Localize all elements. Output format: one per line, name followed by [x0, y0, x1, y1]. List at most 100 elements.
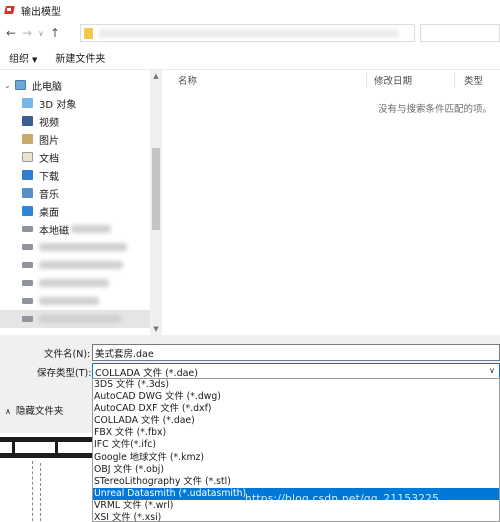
- filetype-option-stl[interactable]: STereoLithography 文件 (*.stl): [93, 476, 499, 488]
- computer-icon: [15, 80, 26, 90]
- chevron-down-icon[interactable]: ⌄: [4, 81, 11, 90]
- nav-item-this-pc[interactable]: ⌄ 此电脑: [0, 76, 150, 94]
- nav-item-label: 桌面: [39, 207, 59, 219]
- pictures-folder-icon: [22, 134, 33, 144]
- column-header-type[interactable]: 类型: [464, 70, 483, 90]
- filetype-label: 保存类型(T):: [37, 368, 92, 379]
- nav-item-drive-blurred-selected[interactable]: [0, 310, 150, 328]
- model-guide-line: [40, 463, 41, 521]
- organize-label: 组织: [9, 54, 29, 65]
- filetype-option-ifc[interactable]: IFC 文件(*.ifc): [93, 439, 499, 451]
- nav-item-3d-objects[interactable]: 3D 对象: [0, 94, 150, 112]
- nav-item-label: 3D 对象: [39, 99, 77, 111]
- empty-results-message: 没有与搜索条件匹配的项。: [377, 104, 492, 115]
- documents-folder-icon: [22, 152, 33, 162]
- nav-item-drive-blurred[interactable]: [0, 238, 150, 256]
- model-guide-line: [32, 461, 33, 521]
- title-bar: 输出模型: [0, 0, 500, 20]
- column-header-name[interactable]: 名称: [178, 70, 197, 90]
- blurred-label: [39, 243, 127, 251]
- nav-item-local-disk[interactable]: 本地磁: [0, 220, 150, 238]
- filetype-option-kmz[interactable]: Google 地球文件 (*.kmz): [93, 452, 499, 464]
- csdn-watermark: https://blog.csdn.net/qq_21153225: [245, 493, 440, 505]
- model-post: [12, 437, 15, 458]
- filetype-option-xsi[interactable]: XSI 文件 (*.xsi): [93, 512, 499, 522]
- navigation-scrollbar[interactable]: ▲ ▼: [150, 70, 162, 335]
- drive-icon: [22, 280, 33, 286]
- 3d-objects-icon: [22, 98, 33, 108]
- chevron-down-icon[interactable]: ∨: [489, 366, 495, 375]
- address-row: ← → ∨ ↑: [0, 20, 500, 46]
- forward-arrow-icon[interactable]: →: [19, 24, 35, 42]
- nav-item-pictures[interactable]: 图片: [0, 130, 150, 148]
- filetype-option-fbx[interactable]: FBX 文件 (*.fbx): [93, 427, 499, 439]
- music-folder-icon: [22, 188, 33, 198]
- column-header-modified[interactable]: 修改日期: [374, 70, 412, 90]
- nav-item-label: 下载: [39, 171, 59, 183]
- command-bar: 组织 ▼ 新建文件夹: [0, 46, 500, 70]
- nav-item-music[interactable]: 音乐: [0, 184, 150, 202]
- column-divider[interactable]: [454, 72, 455, 88]
- caret-down-icon: ▼: [32, 56, 38, 64]
- drive-icon: [22, 262, 33, 268]
- filetype-option-3ds[interactable]: 3DS 文件 (*.3ds): [93, 379, 499, 391]
- nav-item-drive-blurred[interactable]: [0, 292, 150, 310]
- nav-item-downloads[interactable]: 下载: [0, 166, 150, 184]
- nav-item-drive-blurred[interactable]: [0, 256, 150, 274]
- filetype-option-dae[interactable]: COLLADA 文件 (*.dae): [93, 415, 499, 427]
- sketchup-app-icon: [4, 4, 16, 16]
- model-post: [55, 437, 58, 458]
- chevron-up-icon: ∧: [5, 407, 11, 416]
- nav-item-label: 此电脑: [32, 81, 62, 93]
- scrollbar-thumb[interactable]: [152, 148, 160, 230]
- nav-item-drive-blurred[interactable]: [0, 274, 150, 292]
- navigation-pane: ⌄ 此电脑 3D 对象 视频 图片 文档 下载 音乐 桌面 本地磁 ▲ ▼: [0, 70, 162, 335]
- blurred-label: [39, 315, 121, 323]
- back-arrow-icon[interactable]: ←: [3, 24, 19, 42]
- scroll-up-icon[interactable]: ▲: [150, 72, 162, 80]
- blurred-path: [99, 29, 399, 38]
- address-bar[interactable]: [80, 24, 415, 42]
- organize-button[interactable]: 组织 ▼: [0, 50, 46, 65]
- blurred-label: [39, 279, 109, 287]
- filetype-option-dwg[interactable]: AutoCAD DWG 文件 (*.dwg): [93, 391, 499, 403]
- nav-item-desktop[interactable]: 桌面: [0, 202, 150, 220]
- filetype-option-dxf[interactable]: AutoCAD DXF 文件 (*.dxf): [93, 403, 499, 415]
- desktop-folder-icon: [22, 206, 33, 216]
- blurred-label: [71, 225, 111, 233]
- column-divider[interactable]: [366, 72, 367, 88]
- up-arrow-icon[interactable]: ↑: [47, 24, 63, 42]
- blurred-label: [39, 297, 99, 305]
- new-folder-label: 新建文件夹: [55, 54, 106, 65]
- search-box[interactable]: [420, 24, 500, 42]
- blurred-label: [39, 261, 123, 269]
- file-list: 名称 修改日期 类型 没有与搜索条件匹配的项。: [162, 70, 500, 335]
- drive-icon: [22, 298, 33, 304]
- nav-item-label: 图片: [39, 135, 59, 147]
- nav-item-documents[interactable]: 文档: [0, 148, 150, 166]
- downloads-folder-icon: [22, 170, 33, 180]
- filename-field[interactable]: 美式套房.dae: [92, 344, 500, 361]
- navigation-tree: ⌄ 此电脑 3D 对象 视频 图片 文档 下载 音乐 桌面 本地磁: [0, 76, 150, 328]
- nav-item-label: 音乐: [39, 189, 59, 201]
- nav-item-label: 文档: [39, 153, 59, 165]
- nav-item-videos[interactable]: 视频: [0, 112, 150, 130]
- drive-icon: [22, 226, 33, 232]
- nav-item-label: 视频: [39, 117, 59, 129]
- folder-icon: [84, 28, 93, 39]
- new-folder-button[interactable]: 新建文件夹: [46, 50, 114, 65]
- window-title: 输出模型: [21, 6, 61, 18]
- filetype-value: COLLADA 文件 (*.dae): [95, 367, 198, 379]
- filename-label: 文件名(N):: [44, 349, 91, 360]
- video-folder-icon: [22, 116, 33, 126]
- drive-icon: [22, 244, 33, 250]
- nav-item-label: 本地磁: [39, 225, 69, 237]
- hide-folders-button[interactable]: ∧ 隐藏文件夹: [5, 403, 63, 417]
- recent-locations-chevron-icon[interactable]: ∨: [35, 24, 47, 42]
- hide-folders-label: 隐藏文件夹: [15, 406, 64, 417]
- drive-icon: [22, 316, 33, 322]
- scroll-down-icon[interactable]: ▼: [150, 325, 162, 333]
- filename-value: 美式套房.dae: [95, 348, 154, 360]
- filetype-option-obj[interactable]: OBJ 文件 (*.obj): [93, 464, 499, 476]
- background-3d-viewport: [0, 433, 92, 522]
